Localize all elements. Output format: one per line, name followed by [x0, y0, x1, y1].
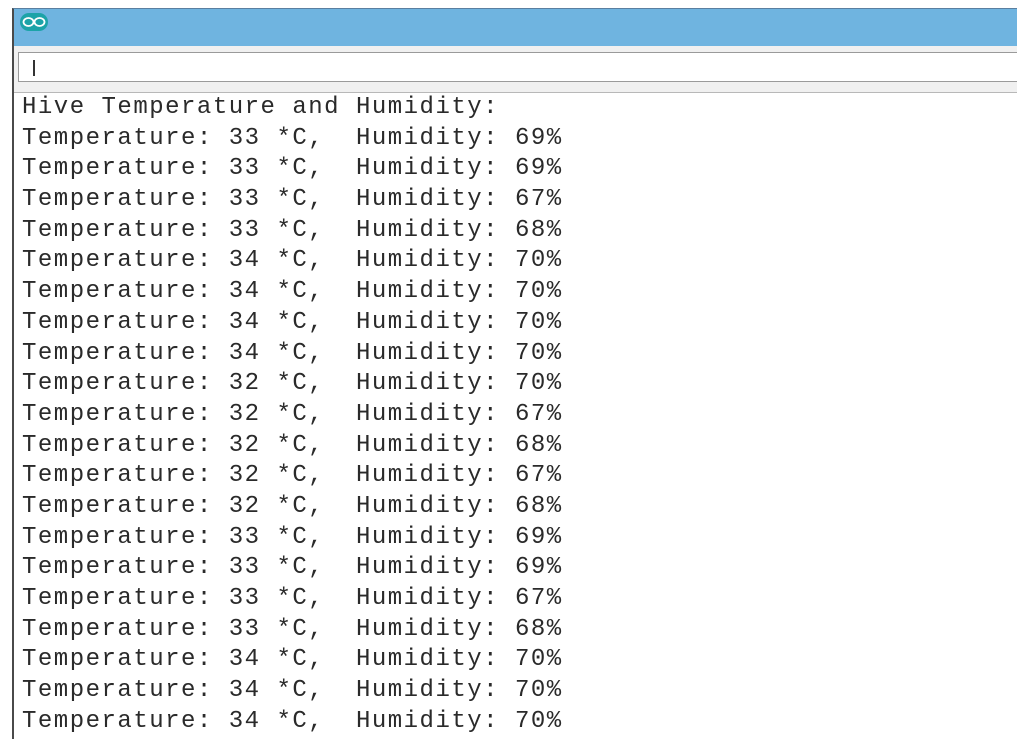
output-line: Temperature: 32 *C, Humidity: 67% [22, 462, 563, 490]
output-line: Temperature: 33 *C, Humidity: 69% [22, 124, 563, 152]
output-line: Temperature: 34 *C, Humidity: 70% [22, 707, 563, 735]
output-line: Temperature: 32 *C, Humidity: 67% [22, 400, 563, 428]
text-caret [33, 60, 35, 76]
output-line: Temperature: 32 *C, Humidity: 68% [22, 492, 563, 520]
output-line: Temperature: 34 *C, Humidity: 70% [22, 247, 563, 275]
send-bar [14, 46, 1017, 93]
output-line: Temperature: 33 *C, Humidity: 69% [22, 155, 563, 183]
output-line: Temperature: 33 *C, Humidity: 68% [22, 615, 563, 643]
send-input[interactable] [18, 52, 1017, 82]
output-line: Temperature: 34 *C, Humidity: 70% [22, 278, 563, 306]
output-line: Temperature: 32 *C, Humidity: 70% [22, 370, 563, 398]
arduino-infinity-icon [20, 13, 48, 31]
output-line: Temperature: 33 *C, Humidity: 69% [22, 523, 563, 551]
output-line: Temperature: 33 *C, Humidity: 67% [22, 186, 563, 214]
output-line: Temperature: 34 *C, Humidity: 70% [22, 339, 563, 367]
output-line: Temperature: 33 *C, Humidity: 69% [22, 554, 563, 582]
output-header-line: Hive Temperature and Humidity: [22, 94, 500, 121]
output-line: Temperature: 34 *C, Humidity: 70% [22, 308, 563, 336]
serial-output-area[interactable]: Hive Temperature and Humidity: Temperatur… [22, 93, 1012, 739]
output-line: Temperature: 33 *C, Humidity: 67% [22, 585, 563, 612]
output-line: Temperature: 34 *C, Humidity: 70% [22, 677, 563, 705]
output-line: Temperature: 33 *C, Humidity: 68% [22, 216, 563, 244]
title-bar [14, 9, 1017, 46]
output-line: Temperature: 34 *C, Humidity: 70% [22, 646, 563, 674]
output-line: Temperature: 32 *C, Humidity: 68% [22, 431, 563, 459]
serial-monitor-window: Hive Temperature and Humidity: Temperatur… [12, 8, 1017, 739]
